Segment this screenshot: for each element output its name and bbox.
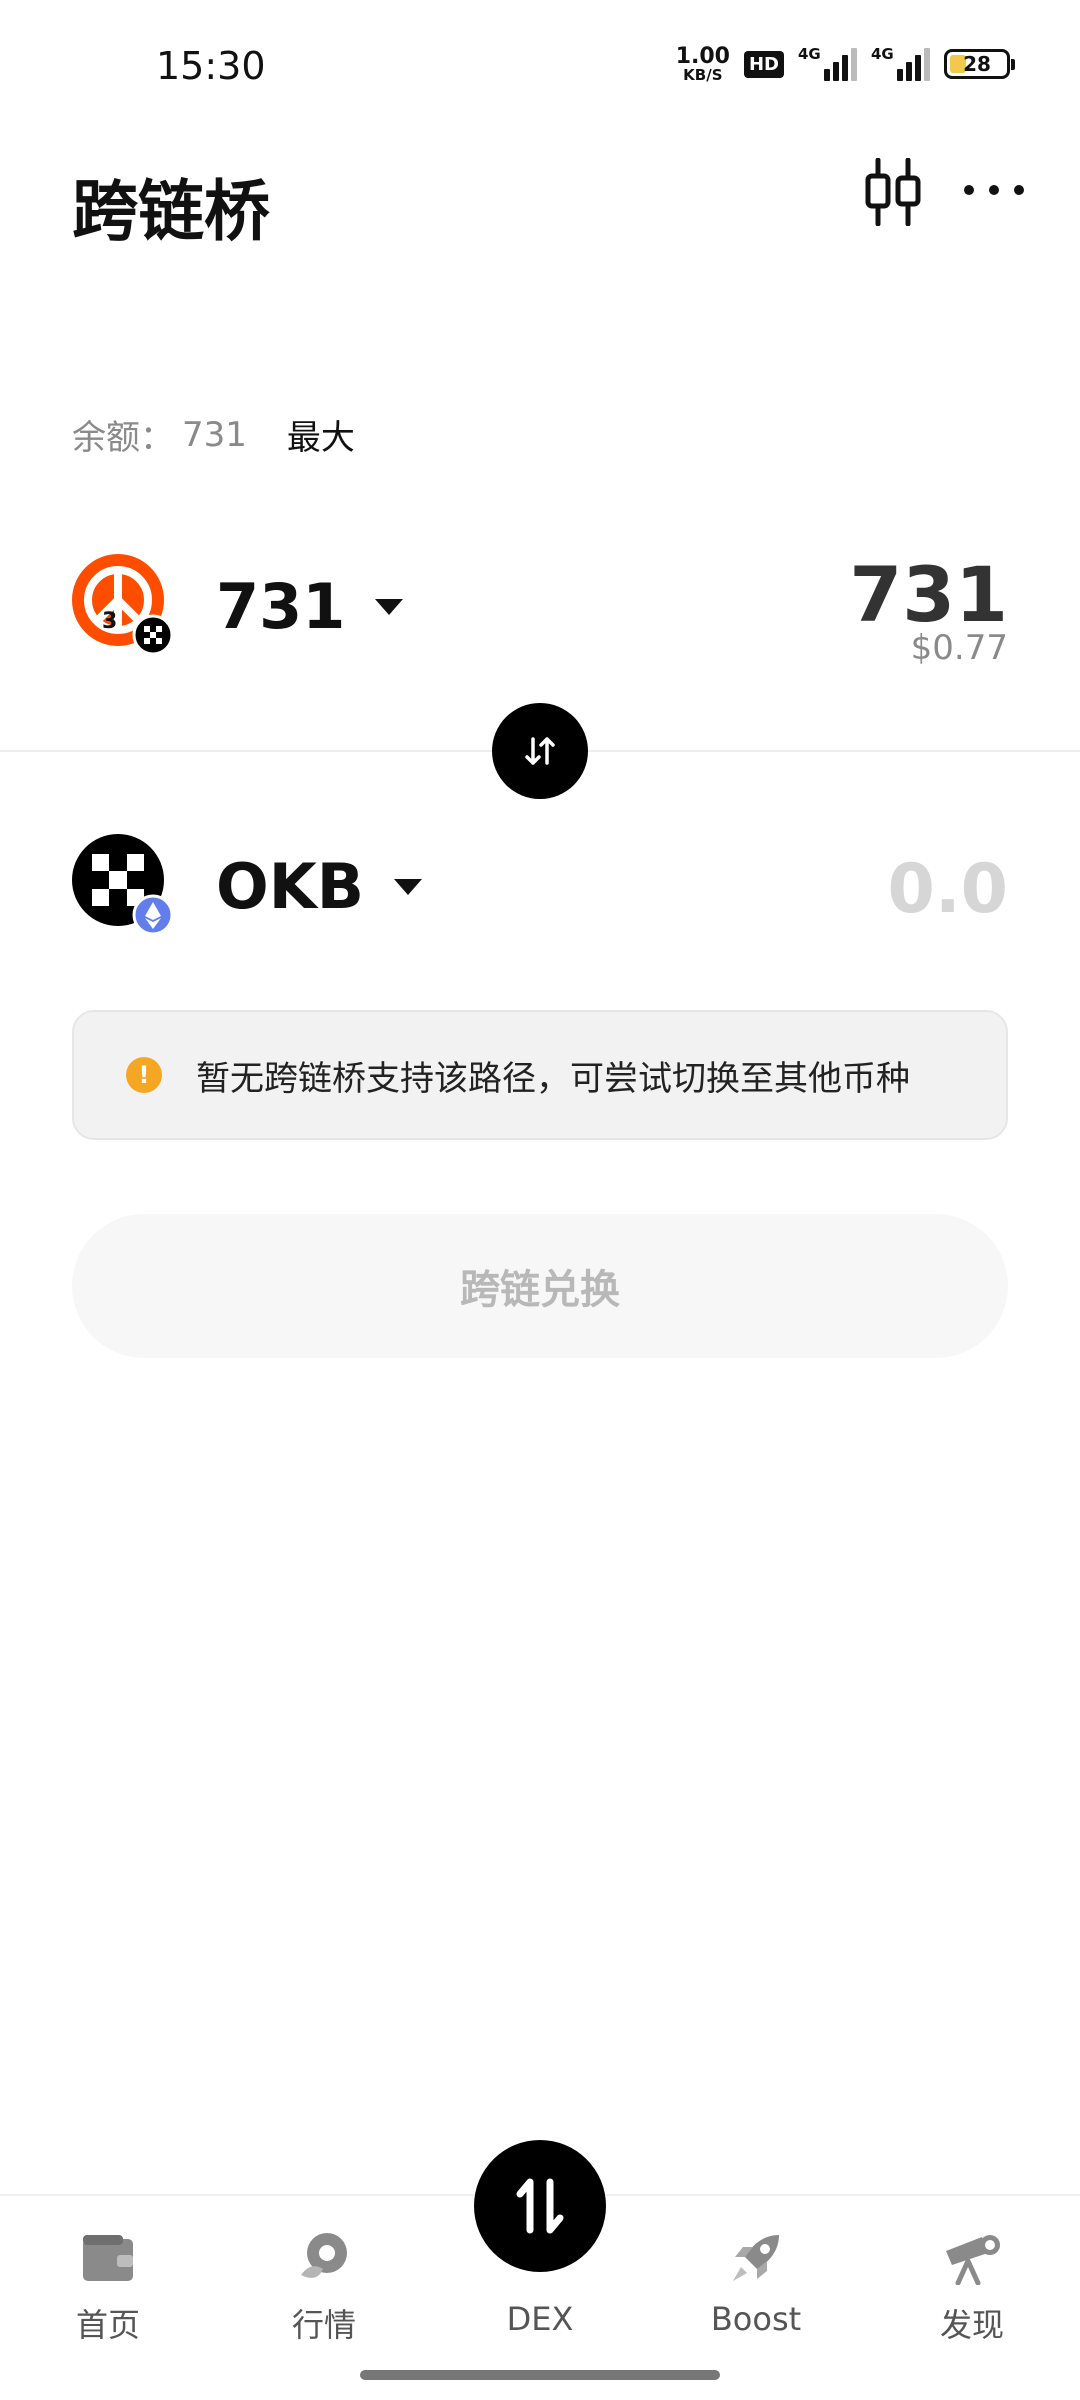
nav-item-market[interactable]: 行情 [244,2230,404,2346]
nav-item-discover[interactable]: 发现 [892,2230,1052,2346]
balance-label: 余额： [72,418,174,458]
balance-value: 731 [182,414,247,455]
warning-text: 暂无跨链桥支持该路径，可尝试切换至其他币种 [196,1058,910,1099]
signal-icon-secondary: 4G [871,45,930,81]
signal-label: 4G [798,45,821,63]
signal-label-secondary: 4G [871,45,894,63]
from-amount-input[interactable]: 731 [849,550,1008,639]
wallet-icon [78,2230,138,2286]
signal-icon: 4G [798,45,857,81]
network-speed: 1.00 KB/S [675,43,730,84]
swap-direction-icon[interactable] [492,703,588,799]
battery-level: 28 [963,52,991,76]
route-warning: ! 暂无跨链桥支持该路径，可尝试切换至其他币种 [72,1010,1008,1140]
okb-token-icon[interactable] [72,834,174,936]
from-amount-usd: $0.77 [910,628,1008,668]
balance-row: 余额： 731 最大 [72,410,355,459]
hd-icon: HD [743,50,784,78]
status-time: 15:30 [156,44,266,88]
to-token-symbol: OKB [216,850,365,923]
nav-item-home[interactable]: 首页 [28,2230,188,2346]
nav-label-dex: DEX [506,2300,574,2338]
warning-icon: ! [126,1057,162,1093]
nav-item-boost[interactable]: Boost [676,2230,836,2338]
token-731-icon[interactable]: 3 [72,554,174,656]
nav-label-boost: Boost [710,2300,802,2338]
from-token-row: 3 731 731 $0.77 [72,550,1008,668]
nav-label-home: 首页 [75,2306,140,2344]
svg-text:3: 3 [102,609,117,634]
from-token-symbol: 731 [216,570,346,643]
status-bar: 15:30 1.00 KB/S HD 4G 4G 28 [0,0,1080,120]
to-amount-input[interactable]: 0.0 [888,850,1008,929]
nav-label-discover: 发现 [939,2306,1004,2344]
from-token-selector[interactable]: 731 [216,570,404,643]
bridge-swap-button[interactable]: 跨链兑换 [72,1214,1008,1358]
max-button[interactable]: 最大 [287,410,355,459]
telescope-icon [942,2230,1002,2286]
chevron-down-icon [394,878,423,895]
market-icon [294,2230,354,2286]
battery-icon: 28 [944,49,1015,79]
network-speed-unit: KB/S [683,65,723,84]
home-indicator[interactable] [360,2370,720,2380]
rocket-icon [726,2230,786,2286]
network-speed-value: 1.00 [675,43,730,69]
nav-label-market: 行情 [291,2306,356,2344]
page-title: 跨链桥 [72,173,270,250]
more-horizontal-icon[interactable] [964,170,1024,210]
chevron-down-icon [375,598,404,615]
candlestick-chart-icon[interactable] [862,157,924,227]
status-icons: 1.00 KB/S HD 4G 4G 28 [675,42,1015,86]
swap-arrows-icon[interactable] [474,2140,606,2272]
to-token-selector[interactable]: OKB [216,850,423,923]
to-token-row: OKB 0.0 [72,830,1008,940]
